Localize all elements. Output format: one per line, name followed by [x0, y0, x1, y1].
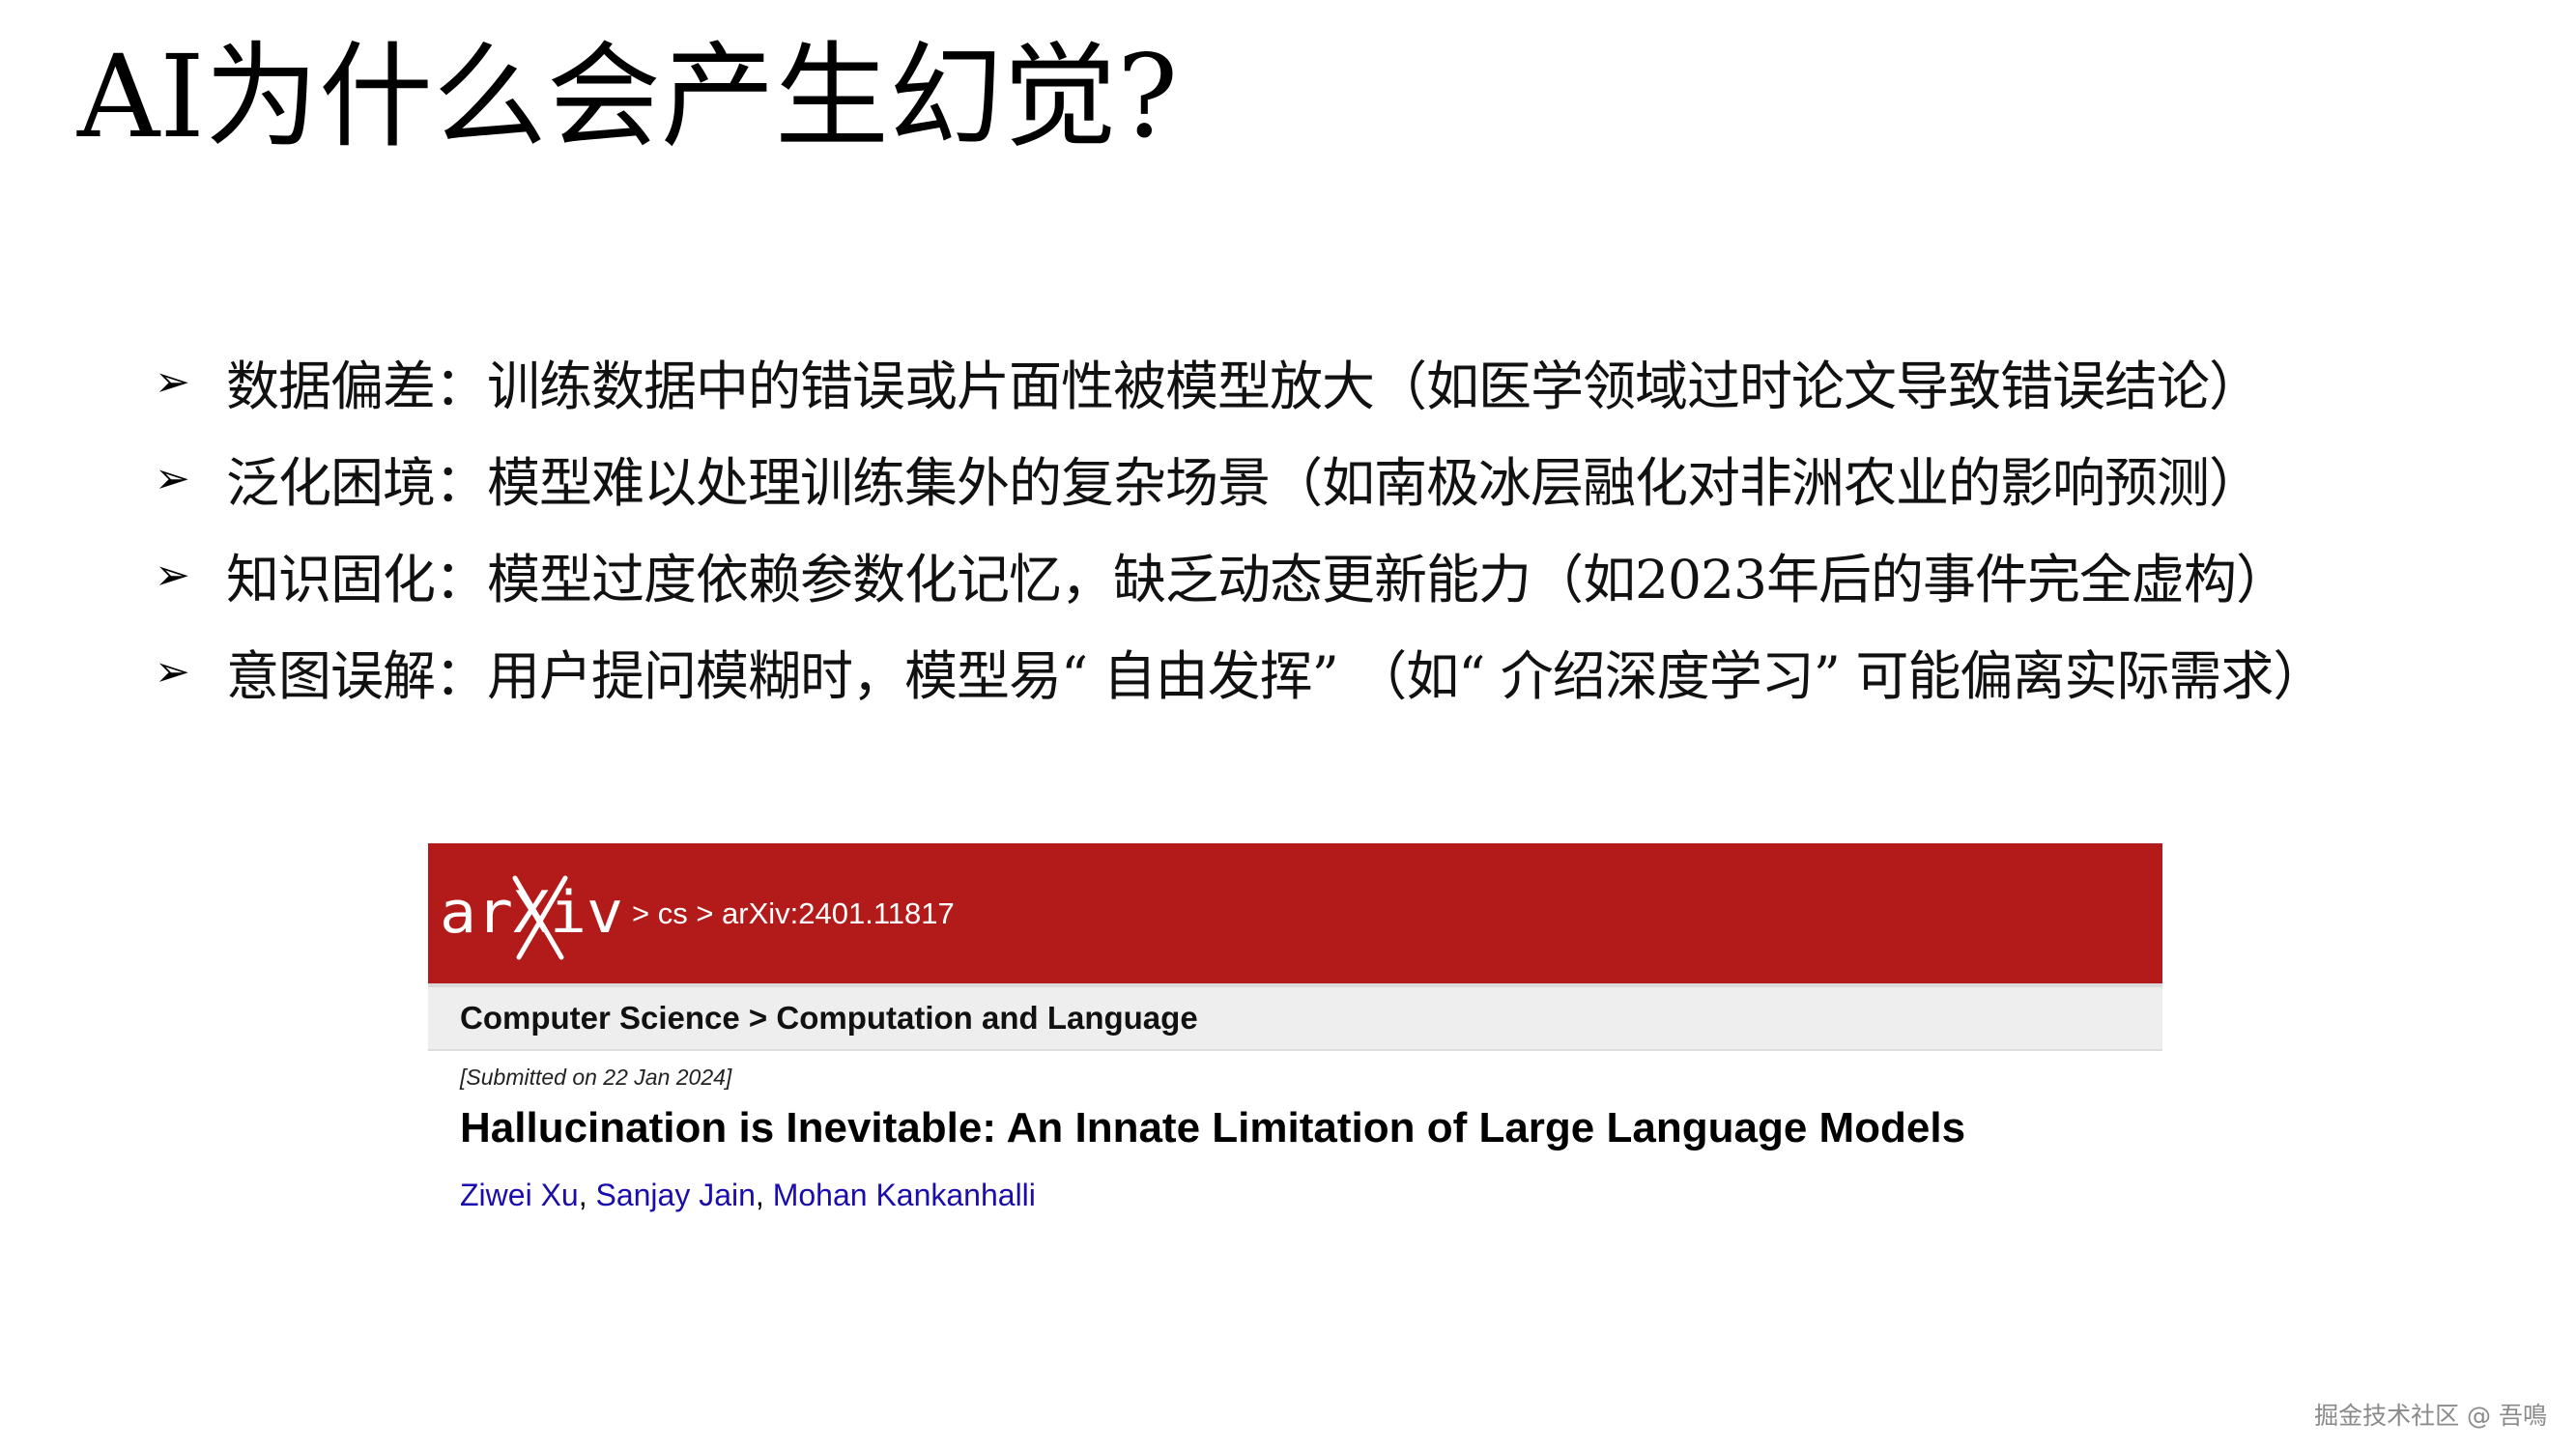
- bullet-arrow-icon: ➢: [155, 646, 190, 696]
- author-separator: ,: [755, 1178, 773, 1212]
- author-link[interactable]: Sanjay Jain: [595, 1178, 755, 1212]
- bullet-item: ➢ 泛化困境：模型难以处理训练集外的复杂场景（如南极冰层融化对非洲农业的影响预测…: [155, 430, 2325, 526]
- bullet-item: ➢ 数据偏差：训练数据中的错误或片面性被模型放大（如医学领域过时论文导致错误结论…: [155, 333, 2325, 430]
- bullet-text: 泛化困境：模型难以处理训练集外的复杂场景（如南极冰层融化对非洲农业的影响预测）: [226, 452, 2262, 514]
- author-separator: ,: [578, 1178, 596, 1212]
- bullet-text: 数据偏差：训练数据中的错误或片面性被模型放大（如医学领域过时论文导致错误结论）: [226, 355, 2262, 417]
- bullet-arrow-icon: ➢: [155, 356, 190, 407]
- arxiv-header: arXiv > cs > arXiv:2401.11817: [428, 843, 2162, 987]
- subject-heading: Computer Science > Computation and Langu…: [428, 987, 2162, 1051]
- arxiv-logo[interactable]: arXiv: [438, 861, 626, 967]
- bullet-arrow-icon: ➢: [155, 550, 190, 600]
- author-list: Ziwei Xu, Sanjay Jain, Mohan Kankanhalli: [460, 1178, 2162, 1213]
- breadcrumb[interactable]: > cs > arXiv:2401.11817: [632, 896, 955, 931]
- author-link[interactable]: Mohan Kankanhalli: [773, 1178, 1036, 1212]
- slide-title: AI为什么会产生幻觉?: [77, 30, 1179, 163]
- arxiv-screenshot: arXiv > cs > arXiv:2401.11817 Computer S…: [428, 843, 2162, 1249]
- watermark: 掘金技术社区 @ 吾鳴: [2314, 1402, 2547, 1430]
- paper-title: Hallucination is Inevitable: An Innate L…: [460, 1104, 1966, 1151]
- bullet-text: 意图误解：用户提问模糊时，模型易“ 自由发挥” （如“ 介绍深度学习” 可能偏离…: [226, 645, 2326, 707]
- bullet-item: ➢ 意图误解：用户提问模糊时，模型易“ 自由发挥” （如“ 介绍深度学习” 可能…: [155, 623, 2326, 720]
- bullet-list: ➢ 数据偏差：训练数据中的错误或片面性被模型放大（如医学领域过时论文导致错误结论…: [155, 333, 2326, 720]
- bullet-item: ➢ 知识固化：模型过度依赖参数化记忆，缺乏动态更新能力（如2023年后的事件完全…: [155, 526, 2325, 623]
- bullet-text: 知识固化：模型过度依赖参数化记忆，缺乏动态更新能力（如2023年后的事件完全虚构…: [226, 549, 2289, 611]
- submission-date: [Submitted on 22 Jan 2024]: [460, 1065, 732, 1090]
- author-link[interactable]: Ziwei Xu: [460, 1178, 579, 1212]
- bullet-arrow-icon: ➢: [155, 453, 190, 503]
